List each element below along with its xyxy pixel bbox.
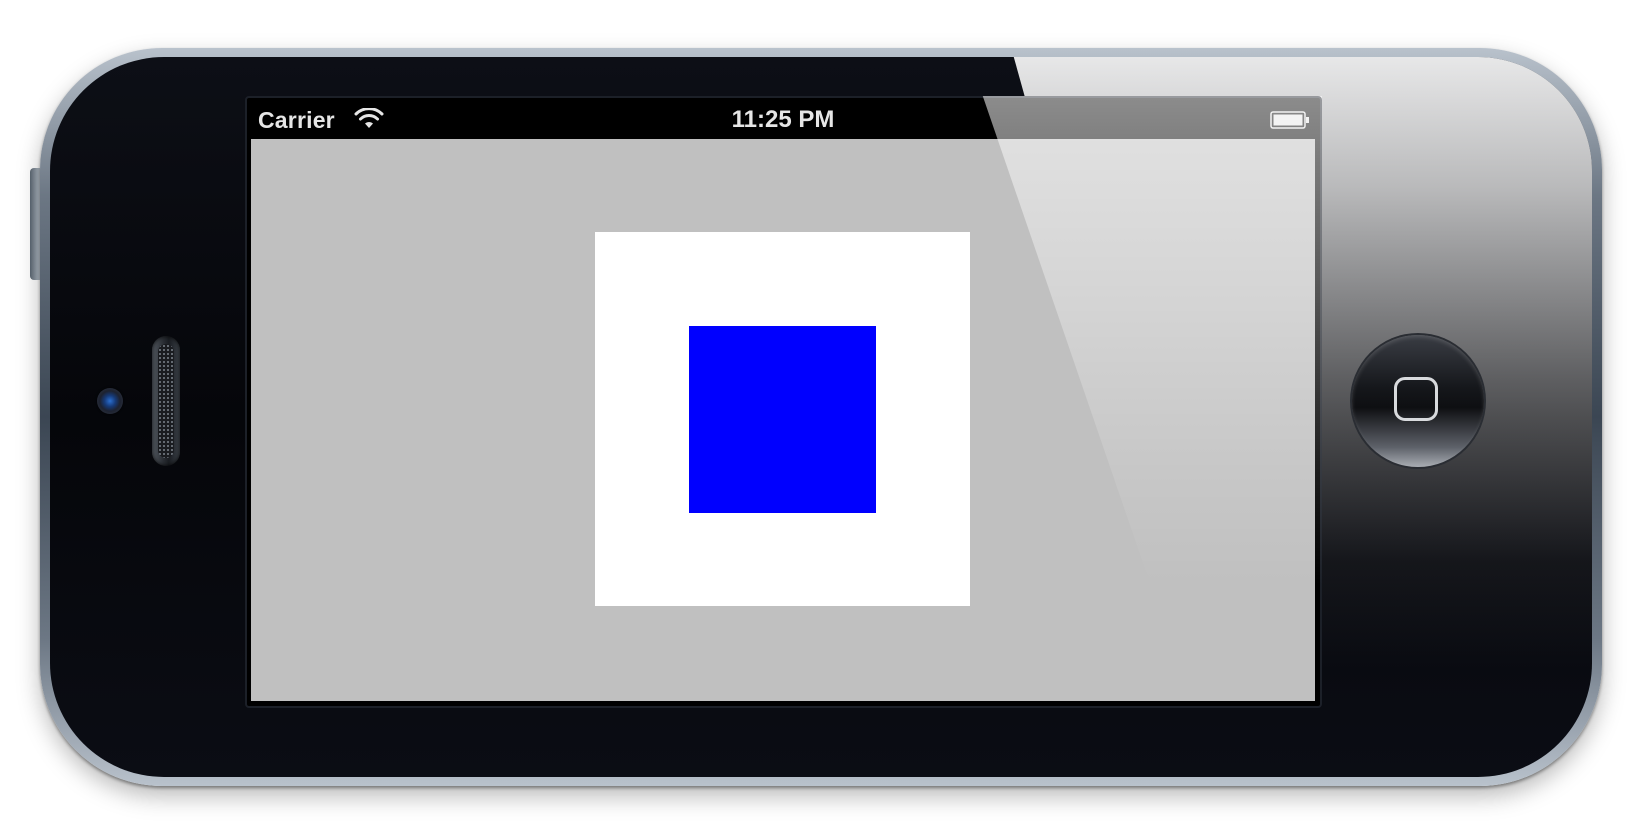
speaker-grille [158, 344, 174, 458]
inner-blue-view [689, 326, 876, 513]
status-bar: Carrier 11:25 PM [250, 101, 1316, 139]
home-button[interactable] [1352, 335, 1484, 467]
camera-icon [97, 388, 123, 414]
outer-white-view [595, 232, 970, 606]
speaker-icon [152, 336, 180, 466]
volume-button[interactable] [30, 168, 40, 280]
app-root-view [251, 139, 1315, 701]
home-square-icon [1394, 377, 1438, 421]
simulator-stage: Carrier 11:25 PM [0, 0, 1638, 838]
status-time: 11:25 PM [731, 106, 835, 133]
battery-icon [1270, 111, 1309, 129]
